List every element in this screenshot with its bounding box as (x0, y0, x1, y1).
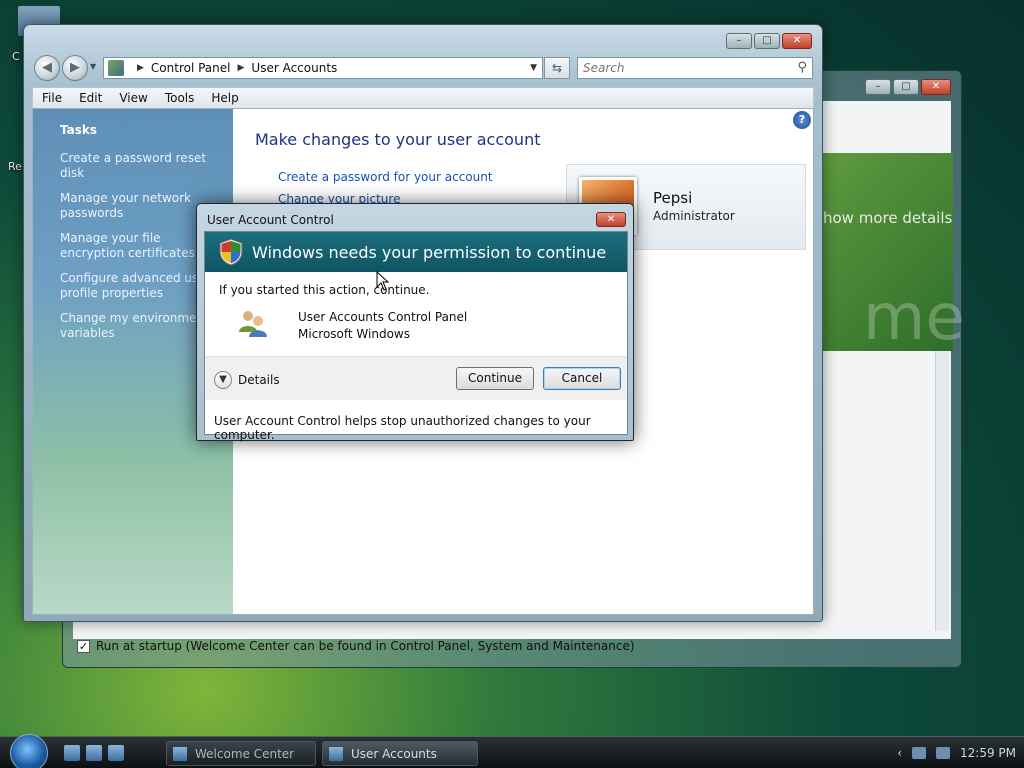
uac-footer-text: User Account Control helps stop unauthor… (214, 414, 591, 442)
quick-launch (64, 745, 124, 761)
show-desktop-icon[interactable] (64, 745, 80, 761)
task-create-password-reset-disk[interactable]: Create a password reset disk (60, 151, 225, 181)
address-bar[interactable]: ▶ Control Panel ▶ User Accounts ▼ (103, 57, 543, 79)
run-at-startup-option[interactable]: ✓ Run at startup (Welcome Center can be … (77, 639, 635, 653)
back-button[interactable]: ◀ (34, 55, 60, 81)
chevron-down-icon[interactable]: ▼ (214, 371, 232, 389)
search-input[interactable] (578, 58, 778, 78)
maximize-button[interactable]: □ (893, 79, 919, 95)
taskbar-item-welcome-center[interactable]: Welcome Center (166, 741, 316, 766)
breadcrumb-user-accounts[interactable]: User Accounts (251, 61, 337, 75)
uac-action-bar: ▼ Details Continue Cancel (205, 356, 627, 400)
breadcrumb-control-panel[interactable]: Control Panel (151, 61, 231, 75)
minimize-button[interactable]: – (726, 33, 752, 49)
search-box[interactable]: ⚲ (577, 57, 813, 79)
address-dropdown-icon[interactable]: ▼ (530, 63, 537, 73)
start-button[interactable] (10, 734, 48, 768)
run-at-startup-label: Run at startup (Welcome Center can be fo… (96, 639, 635, 653)
breadcrumb-separator[interactable]: ▶ (137, 63, 144, 73)
user-role: Administrator (653, 209, 735, 223)
internet-explorer-icon[interactable] (108, 745, 124, 761)
search-icon[interactable]: ⚲ (797, 60, 807, 75)
menu-bar: File Edit View Tools Help (32, 87, 814, 108)
menu-edit[interactable]: Edit (70, 91, 110, 105)
switch-windows-icon[interactable] (86, 745, 102, 761)
details-label[interactable]: Details (238, 373, 280, 387)
navigation-buttons: ◀ ▶ ▼ (34, 55, 96, 81)
welcome-scrollbar[interactable] (935, 351, 949, 631)
refresh-button[interactable]: ⇆ (544, 57, 570, 79)
tray-expand-icon[interactable]: ‹ (897, 746, 902, 760)
cancel-button[interactable]: Cancel (543, 367, 621, 390)
program-name: User Accounts Control Panel (298, 310, 468, 324)
uac-close-button[interactable]: ✕ (596, 212, 626, 227)
uac-dialog-title: User Account Control (207, 213, 334, 227)
user-name: Pepsi (653, 189, 693, 207)
welcome-window-controls: – □ ✕ (865, 79, 951, 95)
welcome-center-icon (173, 746, 187, 761)
control-panel-icon (108, 60, 124, 76)
taskbar-item-label: User Accounts (351, 746, 437, 761)
recent-pages-dropdown[interactable]: ▼ (90, 62, 96, 81)
breadcrumb-separator[interactable]: ▶ (238, 63, 245, 73)
show-more-details-link[interactable]: how more details (823, 209, 952, 227)
uac-header-text: Windows needs your permission to continu… (252, 242, 607, 262)
volume-icon[interactable] (936, 747, 950, 759)
continue-button[interactable]: Continue (456, 367, 534, 390)
details-toggle[interactable]: ▼ Details (214, 371, 280, 389)
uac-header: Windows needs your permission to continu… (205, 232, 627, 272)
close-button[interactable]: ✕ (921, 79, 951, 95)
menu-view[interactable]: View (110, 91, 155, 105)
user-accounts-icon (239, 311, 267, 337)
menu-help[interactable]: Help (202, 91, 246, 105)
user-accounts-icon (329, 746, 343, 761)
minimize-button[interactable]: – (865, 79, 891, 95)
help-icon[interactable]: ? (793, 111, 811, 129)
taskbar-item-label: Welcome Center (195, 746, 295, 761)
menu-file[interactable]: File (33, 91, 70, 105)
run-at-startup-checkbox[interactable]: ✓ (77, 639, 90, 653)
security-shield-icon (219, 238, 243, 266)
clock[interactable]: 12:59 PM (960, 746, 1016, 760)
taskbar-item-user-accounts[interactable]: User Accounts (322, 741, 478, 766)
breadcrumb: ▶ Control Panel ▶ User Accounts (130, 61, 337, 75)
uac-dialog[interactable]: User Account Control ✕ Windows needs you… (196, 203, 634, 442)
desktop-icon-label-2[interactable]: Re (8, 160, 22, 173)
menu-tools[interactable]: Tools (156, 91, 203, 105)
program-publisher: Microsoft Windows (298, 327, 410, 341)
network-icon[interactable] (912, 747, 926, 759)
desktop-icon-label[interactable]: C (12, 50, 20, 63)
uac-message: If you started this action, continue. (219, 283, 430, 297)
window-controls: – □ ✕ (726, 33, 812, 49)
mouse-cursor-icon (376, 271, 390, 291)
close-button[interactable]: ✕ (782, 33, 812, 49)
forward-button[interactable]: ▶ (62, 55, 88, 81)
welcome-banner-text: me (863, 281, 965, 355)
tasks-heading: Tasks (60, 123, 98, 137)
page-title: Make changes to your user account (255, 130, 541, 149)
taskbar: Welcome Center User Accounts ‹ 12:59 PM (0, 734, 1024, 768)
create-password-link[interactable]: Create a password for your account (278, 170, 493, 184)
maximize-button[interactable]: □ (754, 33, 780, 49)
uac-body: Windows needs your permission to continu… (204, 231, 628, 442)
system-tray: ‹ 12:59 PM (897, 746, 1016, 760)
